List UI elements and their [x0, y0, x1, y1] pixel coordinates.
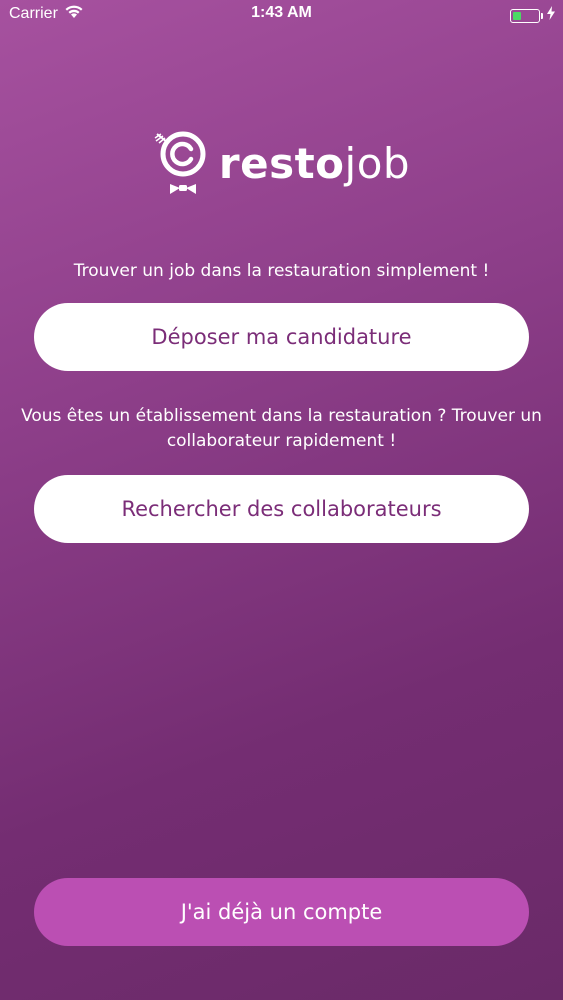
logo-text: restojob [219, 139, 410, 188]
tagline: Trouver un job dans la restauration simp… [73, 261, 490, 281]
battery-level [513, 11, 521, 20]
existing-account-button[interactable]: J'ai déjà un compte [34, 878, 529, 946]
battery-nub [541, 12, 543, 19]
search-collaborators-button[interactable]: Rechercher des collaborateurs [34, 475, 529, 543]
logo-text-light: job [344, 138, 411, 188]
status-bar: Carrier 1:43 AM [0, 0, 563, 30]
establishment-text: Vous êtes un établissement dans la resta… [21, 406, 542, 451]
chef-logo-icon [154, 131, 206, 194]
status-time: 1:43 AM [251, 4, 312, 21]
logo-text-bold: resto [218, 138, 345, 188]
status-right [510, 6, 555, 25]
battery-icon [510, 8, 540, 23]
restojob-logo: restojob [0, 128, 563, 198]
apply-button[interactable]: Déposer ma candidature [34, 303, 529, 371]
charging-icon [547, 6, 555, 25]
